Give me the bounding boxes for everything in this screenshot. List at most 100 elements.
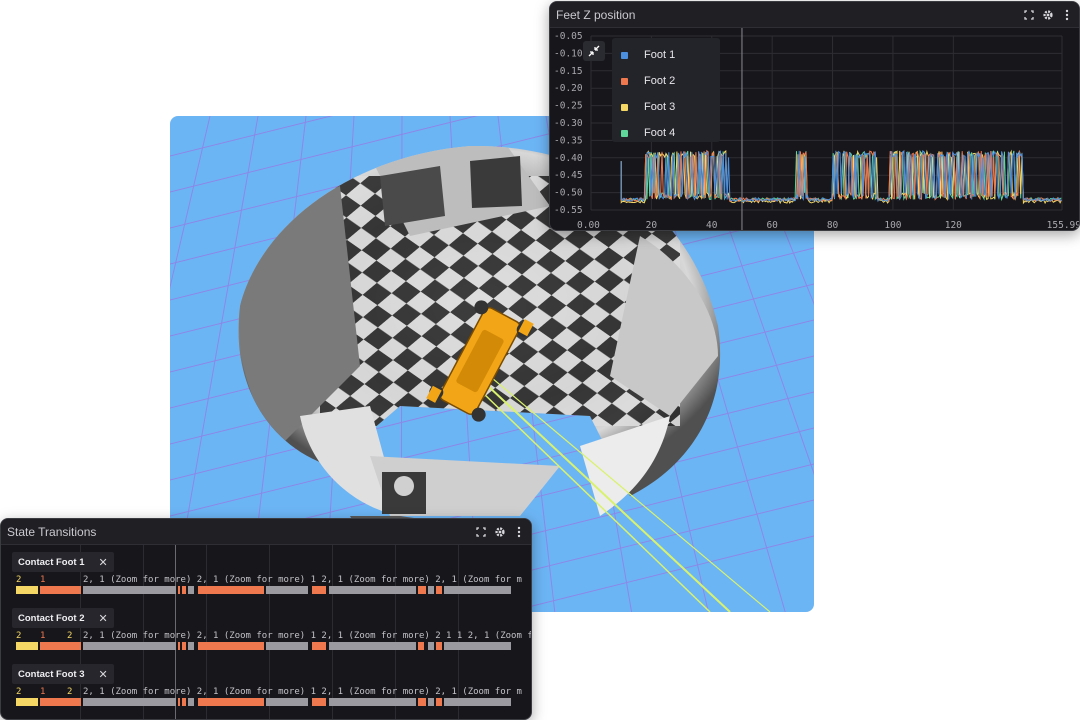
state-segment xyxy=(83,642,176,650)
state-segment xyxy=(444,698,511,706)
y-tick-label: -0.25 xyxy=(554,101,583,112)
x-tick-label: 60 xyxy=(766,220,778,231)
close-icon[interactable]: ✕ xyxy=(99,668,108,681)
legend-item[interactable]: Foot 1 xyxy=(612,42,720,68)
state-segment xyxy=(83,586,176,594)
y-tick-label: -0.15 xyxy=(554,66,583,77)
state-segment xyxy=(312,586,326,594)
legend-item[interactable]: Foot 4 xyxy=(612,120,720,146)
gear-icon[interactable] xyxy=(494,526,506,538)
row-label-text: Contact Foot 2 xyxy=(18,612,85,624)
gear-icon[interactable] xyxy=(1042,9,1054,21)
y-tick-label: -0.10 xyxy=(554,48,583,59)
legend-swatch xyxy=(621,103,628,111)
state-transitions-panel[interactable]: State Transitions Contact Foot 1 ✕ 2 1 2… xyxy=(0,518,532,720)
state-segment xyxy=(329,642,416,650)
legend-item[interactable]: Foot 2 xyxy=(612,68,720,94)
state-segment xyxy=(266,698,308,706)
state-segment xyxy=(178,642,180,650)
state-segment xyxy=(188,586,194,594)
state-transitions-body[interactable]: Contact Foot 1 ✕ 2 1 2, 1 (Zoom for more… xyxy=(1,545,532,719)
legend-swatch xyxy=(621,129,628,137)
panel-title: State Transitions xyxy=(7,524,97,539)
legend-item[interactable]: Foot 3 xyxy=(612,94,720,120)
legend-swatch xyxy=(621,51,628,59)
row-label-text: Contact Foot 1 xyxy=(18,556,85,568)
state-segment xyxy=(40,642,81,650)
state-segment xyxy=(198,642,264,650)
state-segment xyxy=(436,642,442,650)
state-segment xyxy=(436,698,442,706)
state-segment xyxy=(418,586,426,594)
x-tick-label: 80 xyxy=(827,220,839,231)
state-bar-contact-foot-1[interactable] xyxy=(16,586,511,594)
chart-legend: Foot 1 Foot 2 Foot 3 Foot 4 xyxy=(612,38,720,142)
state-row-annotation: 2, 1 (Zoom for more) 2, 1 (Zoom for more… xyxy=(83,631,532,641)
state-segment xyxy=(16,642,38,650)
state-segment xyxy=(436,586,442,594)
y-tick-label: -0.55 xyxy=(554,205,583,216)
state-segment xyxy=(428,586,434,594)
y-tick-label: -0.35 xyxy=(554,135,583,146)
row-label-text: Contact Foot 3 xyxy=(18,668,85,680)
collapse-legend-button[interactable] xyxy=(583,41,605,61)
y-tick-label: -0.30 xyxy=(554,118,583,129)
x-tick-label: 120 xyxy=(945,220,962,231)
y-tick-label: -0.05 xyxy=(554,31,583,42)
legend-label: Foot 1 xyxy=(644,49,676,61)
legend-label: Foot 2 xyxy=(644,75,676,87)
state-segment xyxy=(266,586,308,594)
x-tick-label: 40 xyxy=(706,220,718,231)
state-segment xyxy=(418,698,426,706)
y-tick-label: -0.20 xyxy=(554,83,583,94)
close-icon[interactable]: ✕ xyxy=(99,612,108,625)
state-segment xyxy=(428,642,434,650)
state-segment xyxy=(329,586,416,594)
state-segment xyxy=(198,586,264,594)
state-segment xyxy=(329,698,416,706)
more-vertical-icon[interactable] xyxy=(513,526,525,538)
state-segment xyxy=(418,642,424,650)
x-tick-label: 100 xyxy=(884,220,901,231)
state-segment xyxy=(83,698,176,706)
row-label-contact-foot-2: Contact Foot 2 ✕ xyxy=(12,608,114,628)
state-segment xyxy=(444,586,511,594)
state-segment xyxy=(312,698,326,706)
state-segment xyxy=(198,698,264,706)
state-value-label: 2 xyxy=(16,575,22,585)
legend-label: Foot 3 xyxy=(644,101,676,113)
legend-label: Foot 4 xyxy=(644,127,676,139)
x-tick-label: 20 xyxy=(646,220,658,231)
fullscreen-icon[interactable] xyxy=(475,526,487,538)
panel-title: Feet Z position xyxy=(556,7,636,22)
row-label-contact-foot-3: Contact Foot 3 ✕ xyxy=(12,664,114,684)
state-segment xyxy=(16,586,38,594)
state-value-label: 1 xyxy=(40,631,46,641)
state-segment xyxy=(40,586,81,594)
close-icon[interactable]: ✕ xyxy=(99,556,108,569)
y-tick-label: -0.40 xyxy=(554,153,583,164)
collapse-arrows-icon xyxy=(588,45,600,57)
state-segment xyxy=(182,642,186,650)
state-segment xyxy=(444,642,511,650)
state-segment xyxy=(428,698,434,706)
state-segment xyxy=(178,698,180,706)
panel-header: Feet Z position xyxy=(550,2,1079,28)
state-value-label: 2 xyxy=(16,631,22,641)
x-tick-label: 155.99 xyxy=(1047,220,1080,231)
row-label-contact-foot-1: Contact Foot 1 ✕ xyxy=(12,552,114,572)
state-segment xyxy=(178,586,180,594)
panel-header: State Transitions xyxy=(1,519,531,545)
more-vertical-icon[interactable] xyxy=(1061,9,1073,21)
x-tick-label: 0.00 xyxy=(577,220,600,231)
state-bar-contact-foot-3[interactable] xyxy=(16,698,511,706)
state-segment xyxy=(266,642,308,650)
state-value-label: 2 xyxy=(67,687,73,697)
state-bar-contact-foot-2[interactable] xyxy=(16,642,511,650)
state-row-annotation: 2, 1 (Zoom for more) 2, 1 (Zoom for more… xyxy=(83,575,522,585)
state-segment xyxy=(312,642,326,650)
state-segment xyxy=(40,698,81,706)
state-value-label: 2 xyxy=(16,687,22,697)
fullscreen-icon[interactable] xyxy=(1023,9,1035,21)
legend-swatch xyxy=(621,77,628,85)
